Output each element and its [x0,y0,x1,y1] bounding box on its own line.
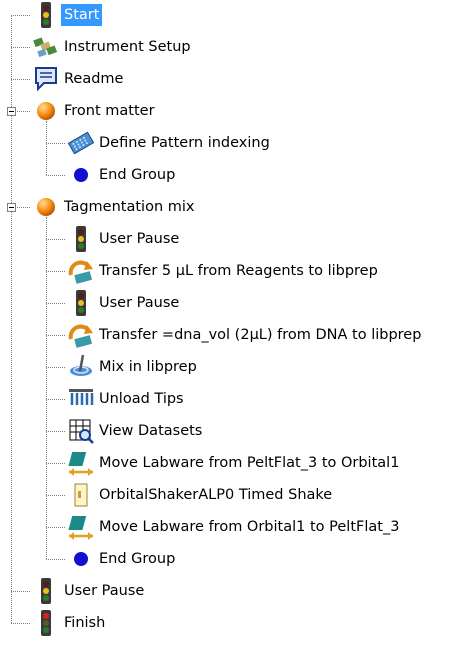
traffic-light-red-icon [32,609,60,637]
tree-connector [46,559,65,560]
tree-item-label[interactable]: Finish [61,612,108,634]
transfer-icon [67,257,95,285]
tree-item-label[interactable]: Instrument Setup [61,36,194,58]
traffic-light-icon [67,289,95,317]
tree-item-label[interactable]: End Group [96,164,178,186]
tree-connector [11,623,30,624]
tree-item-label[interactable]: End Group [96,548,178,570]
move-labware-icon [67,513,95,541]
protocol-tree[interactable]: Start Instrument Setup Readme Front matter D… [0,0,464,662]
tree-connector [46,463,65,464]
tree-connector [46,217,47,559]
tree-connector [46,367,65,368]
tree-connector [46,239,65,240]
end-group-icon [67,545,95,573]
group-orb-icon [32,97,60,125]
unload-tips-icon [67,385,95,413]
tree-connector [46,303,65,304]
tree-connector [46,143,65,144]
tree-connector [46,527,65,528]
group-orb-icon [32,193,60,221]
tree-connector [11,15,30,16]
traffic-light-icon [32,1,60,29]
collapse-toggle[interactable] [7,107,16,116]
tree-connector [46,399,65,400]
tree-item-label[interactable]: User Pause [96,292,182,314]
tree-item-label[interactable]: Readme [61,68,126,90]
instrument-setup-icon [32,33,60,61]
tree-connector [46,495,65,496]
tree-connector [46,431,65,432]
move-labware-icon [67,449,95,477]
end-group-icon [67,161,95,189]
tree-item-label[interactable]: OrbitalShakerALP0 Timed Shake [96,484,335,506]
transfer-icon [67,321,95,349]
mix-icon [67,353,95,381]
tree-item-label[interactable]: User Pause [61,580,147,602]
timed-shake-icon [67,481,95,509]
tree-connector [46,271,65,272]
tree-item-label[interactable]: Start [61,4,103,26]
tree-item-label[interactable]: View Datasets [96,420,205,442]
tree-item-label[interactable]: Transfer =dna_vol (2µL) from DNA to libp… [96,324,424,346]
tree-item-label[interactable]: Unload Tips [96,388,187,410]
tree-item-label[interactable]: Mix in libprep [96,356,200,378]
collapse-toggle[interactable] [7,203,16,212]
tree-item-label[interactable]: Move Labware from PeltFlat_3 to Orbital1 [96,452,402,474]
readme-icon [32,65,60,93]
view-datasets-icon [67,417,95,445]
define-pattern-icon [67,129,95,157]
tree-item-label[interactable]: Front matter [61,100,158,122]
tree-item-label[interactable]: User Pause [96,228,182,250]
tree-item-label[interactable]: Tagmentation mix [61,196,197,218]
tree-connector [46,175,65,176]
tree-item-label[interactable]: Transfer 5 µL from Reagents to libprep [96,260,381,282]
tree-connector [11,47,30,48]
traffic-light-icon [32,577,60,605]
tree-connector [46,335,65,336]
tree-connector [46,121,47,175]
tree-connector [11,79,30,80]
traffic-light-icon [67,225,95,253]
tree-connector [11,591,30,592]
tree-item-label[interactable]: Define Pattern indexing [96,132,273,154]
tree-item-label[interactable]: Move Labware from Orbital1 to PeltFlat_3 [96,516,402,538]
